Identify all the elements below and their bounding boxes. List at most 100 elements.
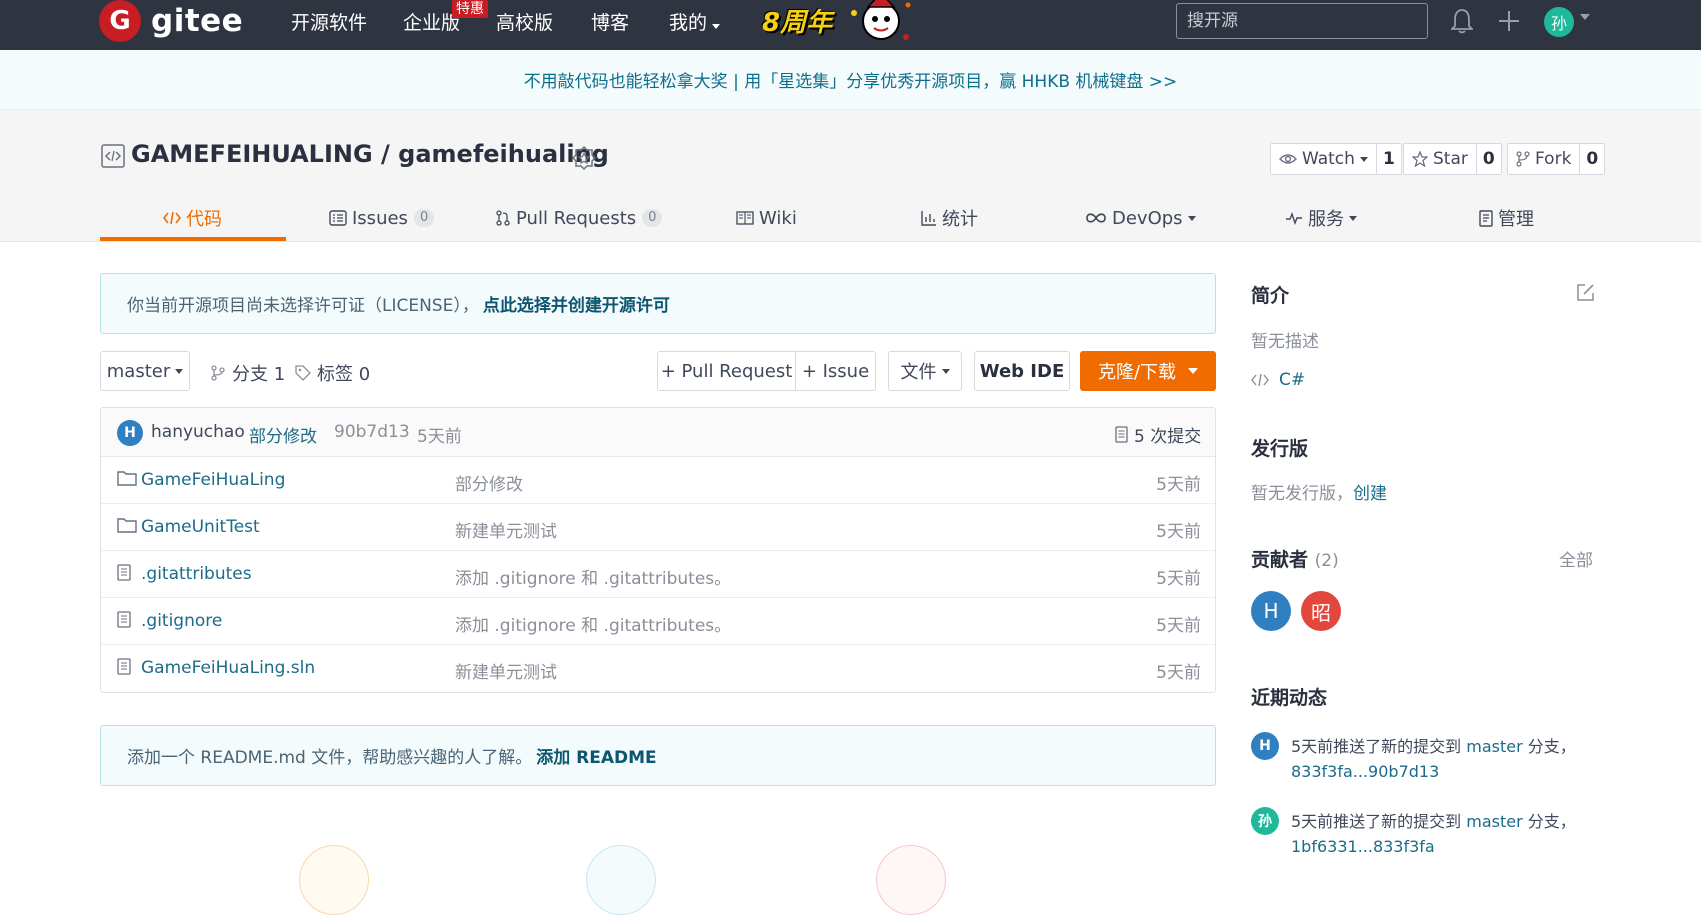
gitee-logo[interactable]: G gitee: [99, 0, 243, 42]
activity-avatar[interactable]: 孙: [1251, 807, 1279, 835]
nav-mine[interactable]: 我的: [669, 8, 721, 35]
fork-button[interactable]: Fork: [1508, 144, 1581, 174]
contributor-avatar[interactable]: 昭: [1301, 591, 1341, 631]
new-issue-button[interactable]: + Issue: [795, 351, 876, 391]
fork-stat-circle: [586, 845, 656, 915]
intro-title: 简介: [1251, 285, 1290, 307]
license-notice-text: 你当前开源项目尚未选择许可证（LICENSE），: [127, 296, 479, 316]
activity-avatar[interactable]: H: [1251, 732, 1279, 760]
tags-link[interactable]: 标签 0: [295, 360, 370, 386]
tab-code[interactable]: 代码: [163, 194, 222, 242]
edit-icon[interactable]: [1576, 282, 1596, 302]
plus-icon[interactable]: [1498, 10, 1520, 32]
search-input[interactable]: [1176, 3, 1428, 39]
star-count[interactable]: 0: [1477, 144, 1501, 174]
branch-select[interactable]: master: [100, 351, 190, 391]
fork-label: Fork: [1535, 149, 1572, 169]
bell-icon[interactable]: [1451, 8, 1473, 34]
file-row[interactable]: GameUnitTest 新建单元测试 5天前: [101, 504, 1215, 551]
watch-count[interactable]: 1: [1377, 144, 1401, 174]
commits-count-link[interactable]: 5 次提交: [1115, 422, 1201, 447]
intro-text: 暂无描述: [1251, 332, 1319, 352]
code-icon: [163, 210, 181, 226]
file-commit-message[interactable]: 新建单元测试: [455, 658, 557, 683]
file-name-link[interactable]: GameUnitTest: [141, 517, 260, 537]
star-button[interactable]: Star: [1404, 144, 1477, 174]
folder-icon: [117, 470, 137, 490]
activity-item: 5天前推送了新的提交到 master 分支， 833f3fa...90b7d13: [1291, 734, 1601, 784]
tab-pull-requests-label: Pull Requests: [516, 207, 637, 229]
nav-open-source[interactable]: 开源软件: [291, 8, 367, 35]
commit-author-avatar[interactable]: H: [117, 420, 143, 446]
nav-blog[interactable]: 博客: [591, 8, 629, 35]
watch-button[interactable]: Watch: [1271, 144, 1377, 174]
tab-devops[interactable]: DevOps: [1085, 194, 1196, 242]
folder-icon: [117, 517, 137, 537]
file-row[interactable]: GameFeiHuaLing.sln 新建单元测试 5天前: [101, 645, 1215, 692]
file-name-link[interactable]: GameFeiHuaLing.sln: [141, 658, 315, 678]
file-row[interactable]: .gitattributes 添加 .gitignore 和 .gitattrib…: [101, 551, 1215, 598]
tab-wiki[interactable]: Wiki: [736, 194, 797, 242]
tab-manage-label: 管理: [1498, 209, 1534, 230]
file-row[interactable]: .gitignore 添加 .gitignore 和 .gitattributes…: [101, 598, 1215, 645]
file-row[interactable]: GameFeiHuaLing 部分修改 5天前: [101, 457, 1215, 504]
tab-manage[interactable]: 管理: [1479, 194, 1534, 242]
commits-count-label: 5 次提交: [1134, 427, 1202, 447]
tab-services[interactable]: 服务: [1285, 194, 1357, 242]
top-navbar: G gitee 开源软件 企业版 特惠 高校版 博客 我的 8周年 孙: [0, 0, 1701, 50]
file-commit-message[interactable]: 添加 .gitignore 和 .gitattributes。: [455, 564, 731, 589]
chevron-down-icon: [941, 368, 950, 374]
file-name-link[interactable]: .gitignore: [141, 611, 222, 631]
fork-count[interactable]: 0: [1580, 144, 1604, 174]
star-icon: [1412, 151, 1428, 167]
contributors-all-link[interactable]: 全部: [1559, 546, 1593, 571]
commit-message[interactable]: 部分修改: [249, 422, 317, 447]
pulse-icon: [1285, 211, 1303, 225]
file-name-link[interactable]: .gitattributes: [141, 564, 252, 584]
nav-education[interactable]: 高校版: [496, 8, 553, 35]
repo-title[interactable]: GAMEFEIHUALING / gamefeihualing: [131, 140, 609, 168]
clone-download-button[interactable]: 克隆/下载: [1080, 351, 1216, 391]
enterprise-promo-tag: 特惠: [452, 0, 488, 18]
new-pull-request-button[interactable]: + Pull Request: [657, 351, 796, 391]
file-icon: [117, 611, 131, 632]
file-commit-message[interactable]: 添加 .gitignore 和 .gitattributes。: [455, 611, 731, 636]
file-commit-message[interactable]: 部分修改: [455, 470, 523, 495]
promo-banner-link[interactable]: 不用敲代码也能轻松拿大奖 | 用「星选集」分享优秀开源项目，赢 HHKB 机械键…: [524, 67, 1178, 92]
commit-hash[interactable]: 90b7d13: [334, 422, 410, 442]
file-name-link[interactable]: GameFeiHuaLing: [141, 470, 285, 490]
tab-pull-requests[interactable]: Pull Requests 0: [495, 194, 663, 242]
activity-commit-range-link[interactable]: 833f3fa...90b7d13: [1291, 762, 1439, 781]
commit-author[interactable]: hanyuchao: [151, 422, 245, 442]
last-commit-bar: H hanyuchao 部分修改 90b7d13 5天前 5 次提交: [101, 408, 1215, 457]
create-release-link[interactable]: 创建: [1353, 484, 1387, 504]
activity-branch-link[interactable]: master: [1466, 812, 1522, 831]
create-license-link[interactable]: 点此选择并创建开源许可: [483, 291, 670, 316]
branches-link[interactable]: 分支 1: [210, 360, 285, 386]
contributor-avatar[interactable]: H: [1251, 591, 1291, 631]
branch-select-label: master: [106, 360, 171, 382]
web-ide-button[interactable]: Web IDE: [974, 351, 1070, 391]
issues-count: 0: [413, 209, 435, 227]
star-group: Star 0: [1403, 143, 1502, 175]
anniversary-banner[interactable]: 8周年: [762, 0, 916, 40]
files-dropdown[interactable]: 文件: [888, 351, 962, 391]
activity-commit-range-link[interactable]: 1bf6331...833f3fa: [1291, 837, 1435, 856]
pull-request-icon: [495, 210, 511, 226]
eye-icon: [1279, 154, 1297, 164]
tab-issues[interactable]: Issues 0: [329, 194, 435, 242]
contributors-title: 贡献者: [1251, 549, 1309, 571]
chevron-down-icon[interactable]: [1580, 14, 1590, 20]
tab-stats[interactable]: 统计: [921, 194, 978, 242]
watch-group: Watch 1: [1270, 143, 1402, 175]
activity-branch-link[interactable]: master: [1466, 737, 1522, 756]
add-readme-link[interactable]: 添加 README: [536, 743, 656, 768]
language-link[interactable]: C#: [1279, 370, 1305, 390]
language-row: C#: [1251, 370, 1305, 390]
nav-mine-label: 我的: [669, 12, 708, 34]
recommend-badge-icon[interactable]: [572, 146, 596, 172]
file-commit-message[interactable]: 新建单元测试: [455, 517, 557, 542]
user-avatar[interactable]: 孙: [1544, 7, 1574, 37]
branches-label: 分支 1: [232, 364, 286, 385]
contributors-count: (2): [1314, 551, 1339, 571]
